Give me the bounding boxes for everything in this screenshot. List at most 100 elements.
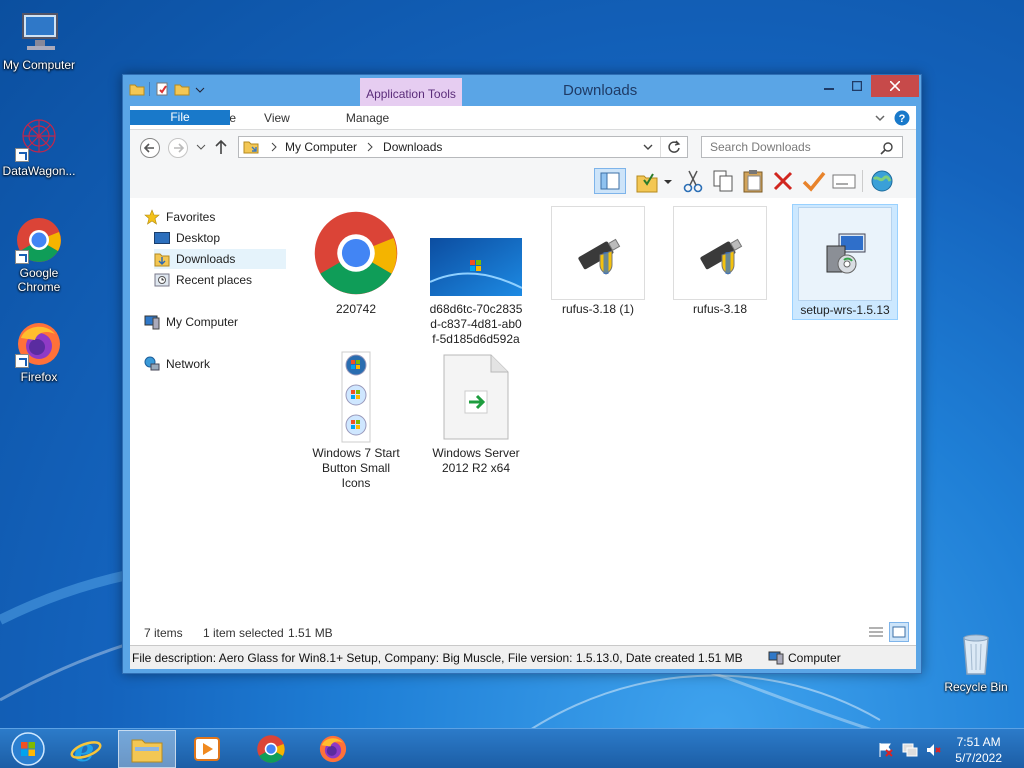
tab-view[interactable]: View bbox=[250, 106, 304, 130]
title-bar[interactable]: Application Tools Downloads bbox=[123, 75, 921, 107]
network-icon bbox=[144, 356, 160, 371]
media-player-icon bbox=[194, 737, 220, 761]
recent-places-icon bbox=[154, 273, 170, 287]
details-bar: File description: Aero Glass for Win8.1+… bbox=[130, 645, 916, 669]
nav-recent-places[interactable]: Recent places bbox=[154, 270, 294, 290]
nav-my-computer[interactable]: My Computer bbox=[144, 312, 284, 332]
firefox-icon bbox=[15, 320, 63, 368]
shortcut-arrow-icon bbox=[15, 354, 29, 368]
explorer-window: Application Tools Downloads File Home Sh… bbox=[122, 74, 922, 674]
network-icon[interactable] bbox=[902, 742, 918, 758]
image-thumbnail bbox=[426, 204, 526, 302]
desktop-icon-datawagon[interactable]: DataWagon... bbox=[1, 114, 77, 178]
file-item[interactable]: d68d6tc-70c2835 d-c837-4d81-ab0 f-5d185d… bbox=[426, 204, 526, 347]
taskbar-media-player[interactable] bbox=[178, 730, 236, 768]
address-bar[interactable]: My Computer Downloads bbox=[238, 136, 688, 158]
computer-icon bbox=[15, 8, 63, 56]
navigation-pane: Favorites Desktop Downloads Recent place… bbox=[130, 198, 290, 618]
copy-icon[interactable] bbox=[712, 169, 734, 193]
help-icon[interactable]: ? bbox=[894, 110, 910, 126]
large-icons-view-button[interactable] bbox=[889, 622, 909, 642]
desktop-icon-my-computer[interactable]: My Computer bbox=[1, 8, 77, 72]
large-icons-view-icon bbox=[892, 626, 906, 638]
start-button[interactable] bbox=[0, 730, 56, 768]
item-count: 7 items bbox=[144, 626, 183, 640]
chevron-right-icon[interactable] bbox=[365, 142, 375, 152]
details-view-icon[interactable] bbox=[867, 625, 885, 641]
preview-pane-button[interactable] bbox=[594, 168, 626, 194]
nav-network[interactable]: Network bbox=[144, 354, 284, 374]
file-name: rufus-3.18 bbox=[692, 302, 748, 316]
folder-icon[interactable] bbox=[129, 81, 145, 97]
computer-icon bbox=[768, 651, 784, 665]
globe-icon[interactable] bbox=[870, 169, 894, 193]
close-button[interactable] bbox=[871, 75, 919, 97]
file-item[interactable]: rufus-3.18 bbox=[670, 204, 770, 317]
start-orb-icon bbox=[11, 732, 45, 766]
quick-access-toolbar bbox=[129, 81, 210, 97]
delete-icon[interactable] bbox=[772, 170, 794, 192]
contextual-tab-header: Application Tools bbox=[360, 78, 462, 107]
command-toolbar bbox=[130, 164, 916, 198]
checklist-folder-icon[interactable] bbox=[635, 170, 659, 194]
chevron-down-icon[interactable] bbox=[663, 177, 673, 187]
up-arrow-icon[interactable] bbox=[214, 139, 228, 155]
nav-downloads[interactable]: Downloads bbox=[154, 249, 286, 269]
volume-muted-icon[interactable] bbox=[926, 742, 942, 758]
search-input[interactable]: Search Downloads bbox=[701, 136, 903, 158]
file-item[interactable]: Windows Server 2012 R2 x64 bbox=[426, 348, 526, 476]
internet-explorer-icon: e bbox=[70, 733, 102, 765]
cut-icon[interactable] bbox=[682, 169, 704, 193]
desktop-icon-recycle-bin[interactable]: Recycle Bin bbox=[936, 630, 1016, 694]
chevron-down-icon[interactable] bbox=[642, 141, 654, 153]
search-icon[interactable] bbox=[880, 141, 894, 155]
nav-favorites[interactable]: Favorites bbox=[144, 207, 284, 227]
nav-label: Recent places bbox=[176, 273, 253, 287]
installer-icon bbox=[798, 207, 892, 301]
file-item[interactable]: Windows 7 Start Button Small Icons bbox=[306, 348, 406, 491]
rename-icon[interactable] bbox=[832, 174, 856, 190]
breadcrumb-my-computer[interactable]: My Computer bbox=[285, 140, 357, 154]
maximize-button[interactable] bbox=[843, 75, 871, 97]
desktop-icon-firefox[interactable]: Firefox bbox=[1, 320, 77, 384]
action-center-flag-icon[interactable] bbox=[878, 742, 894, 758]
taskbar-internet-explorer[interactable]: e bbox=[57, 730, 115, 768]
refresh-icon[interactable] bbox=[667, 140, 681, 154]
file-explorer-icon bbox=[131, 739, 163, 763]
layout-icon bbox=[600, 172, 620, 190]
forward-button[interactable] bbox=[168, 138, 188, 158]
svg-text:?: ? bbox=[899, 113, 906, 125]
file-name-line: 2012 R2 x64 bbox=[441, 461, 511, 475]
downloads-folder-icon bbox=[154, 253, 170, 267]
taskbar-file-explorer[interactable] bbox=[118, 730, 176, 768]
clock-date: 5/7/2022 bbox=[955, 751, 1002, 765]
chevron-down-icon[interactable] bbox=[194, 81, 210, 97]
expand-ribbon-icon[interactable] bbox=[874, 112, 886, 124]
breadcrumb-downloads[interactable]: Downloads bbox=[383, 140, 442, 154]
taskbar-google-chrome[interactable] bbox=[242, 730, 300, 768]
new-folder-icon[interactable] bbox=[174, 81, 190, 97]
taskbar-firefox[interactable] bbox=[304, 730, 362, 768]
clock[interactable]: 7:51 AM 5/7/2022 bbox=[955, 734, 1002, 766]
tab-manage[interactable]: Manage bbox=[320, 106, 415, 130]
file-name: setup-wrs-1.5.13 bbox=[800, 303, 890, 317]
taskbar: e 7:51 AM 5/7/2022 bbox=[0, 728, 1024, 768]
file-name-line: d68d6tc-70c2835 bbox=[429, 302, 523, 316]
paste-icon[interactable] bbox=[742, 169, 764, 193]
chrome-icon bbox=[15, 216, 63, 264]
file-item[interactable]: 220742 bbox=[306, 204, 406, 317]
location-label: Computer bbox=[788, 651, 841, 665]
properties-icon[interactable] bbox=[154, 81, 170, 97]
recent-locations-icon[interactable] bbox=[196, 142, 206, 152]
tab-file[interactable]: File bbox=[130, 110, 230, 125]
minimize-button[interactable] bbox=[815, 75, 843, 97]
desktop-icon-google-chrome[interactable]: Google Chrome bbox=[1, 216, 77, 294]
file-item[interactable]: rufus-3.18 (1) bbox=[548, 204, 648, 317]
back-button[interactable] bbox=[140, 138, 160, 158]
desktop-icon-label: Google Chrome bbox=[17, 266, 61, 294]
checkmark-icon[interactable] bbox=[802, 170, 826, 192]
file-item-selected[interactable]: setup-wrs-1.5.13 bbox=[792, 204, 898, 320]
shortcut-arrow-icon bbox=[15, 250, 29, 264]
nav-desktop[interactable]: Desktop bbox=[154, 228, 294, 248]
recycle-bin-icon bbox=[952, 630, 1000, 678]
